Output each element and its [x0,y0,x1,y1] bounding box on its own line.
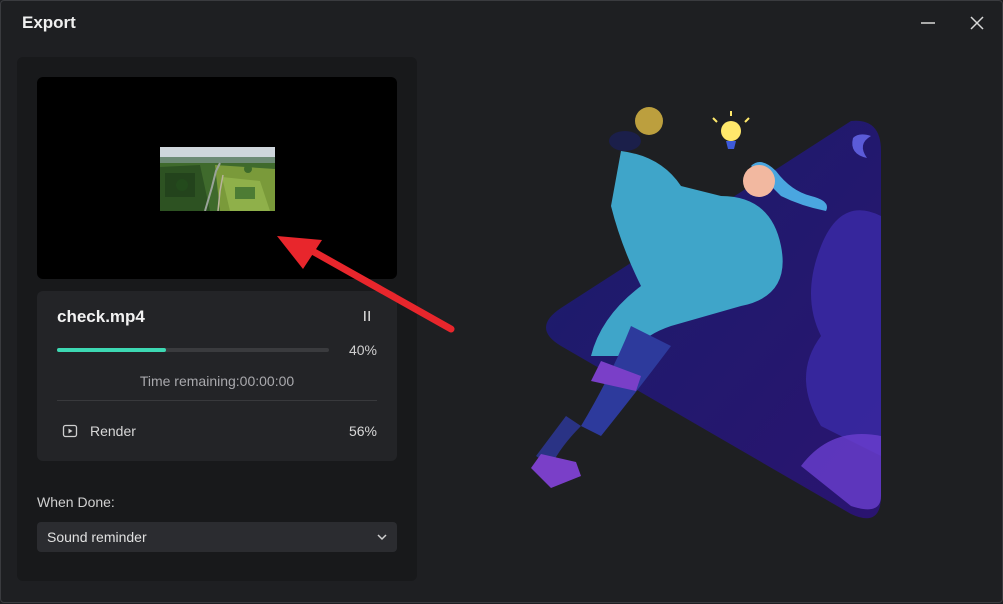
export-filename: check.mp4 [57,307,145,326]
progress-card: check.mp4 40% Time remaining:00:00:00 Re… [37,291,397,461]
export-window: Export check.mp4 40% Time remaining:00:0… [0,0,1003,603]
export-progress-panel: check.mp4 40% Time remaining:00:00:00 Re… [17,57,417,581]
play-square-icon [62,424,78,438]
when-done-select[interactable]: Sound reminder [37,522,397,552]
progress-bar [57,348,329,352]
progress-bar-fill [57,348,166,352]
aerial-landscape-thumbnail [160,147,275,211]
video-preview [37,77,397,279]
export-illustration [531,107,881,519]
title-bar: Export [1,1,1002,45]
when-done-label: When Done: [37,494,115,510]
minimize-button[interactable] [913,9,943,37]
window-title: Export [22,13,76,32]
pause-button[interactable] [358,307,376,325]
chevron-down-icon [377,534,387,541]
when-done-selected-value: Sound reminder [47,529,147,545]
close-button[interactable] [962,9,992,37]
pause-icon [364,311,370,321]
minimize-icon [921,22,935,24]
progress-percent: 40% [348,342,377,358]
render-stage-label: Render [90,423,136,439]
render-stage-percent: 56% [348,423,377,439]
close-icon [970,16,984,30]
divider [57,400,377,401]
time-remaining: Time remaining:00:00:00 [139,373,295,389]
